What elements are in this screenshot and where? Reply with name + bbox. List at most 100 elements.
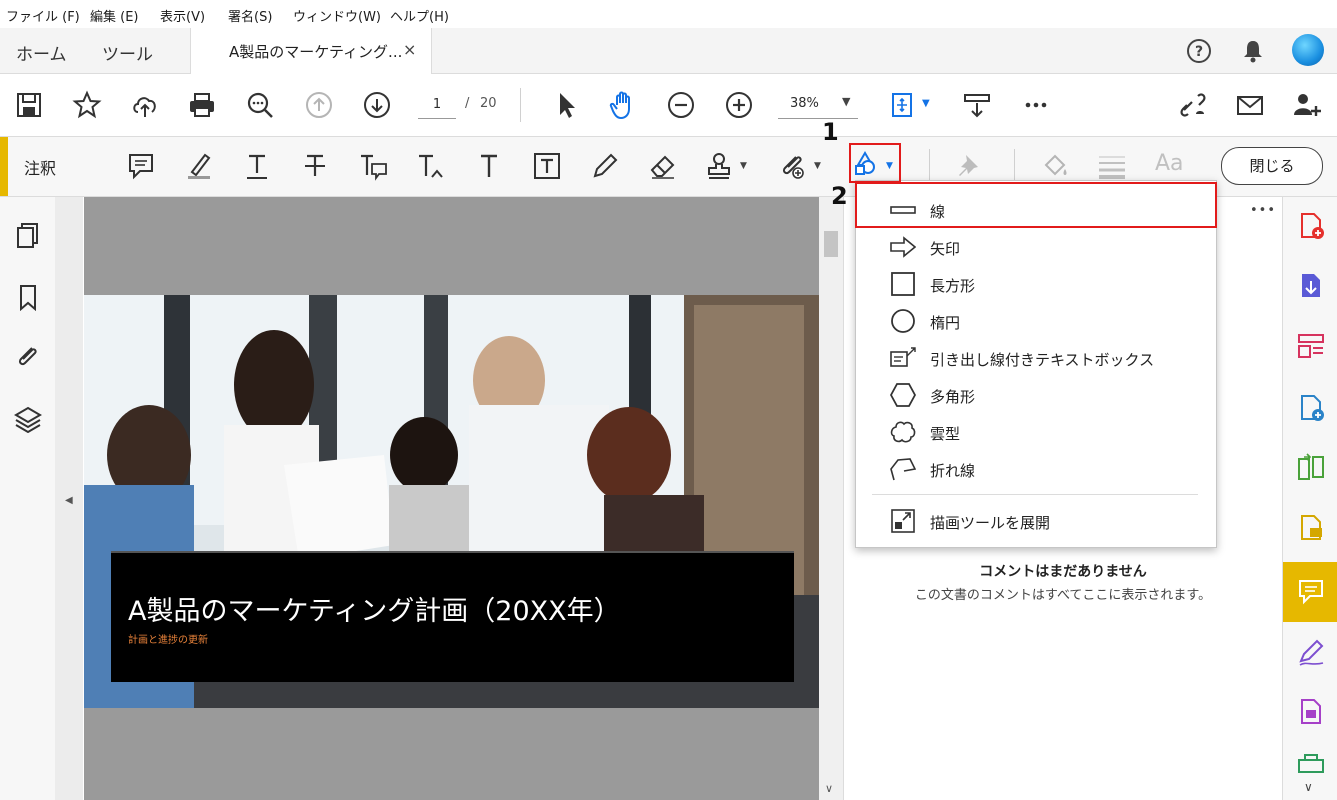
annotation-highlight-line-item: [855, 182, 1217, 228]
dropdown-item-cloud[interactable]: 雲型: [856, 414, 1216, 450]
fill-and-sign-icon[interactable]: [1296, 637, 1326, 667]
more-options-icon[interactable]: [1021, 90, 1051, 120]
bookmark-icon[interactable]: [14, 283, 42, 312]
slide-caption-box: A製品のマーケティング計画（20XX年） 計画と進捗の更新: [111, 551, 794, 682]
dropdown-label-callout-textbox: 引き出し線付きテキストボックス: [930, 351, 1155, 369]
zoom-select[interactable]: 38% ▼: [778, 92, 858, 119]
fit-dropdown-chevron-icon[interactable]: ▼: [922, 98, 930, 109]
comment-divider: [1014, 149, 1015, 183]
dropdown-label-expand: 描画ツールを展開: [930, 514, 1051, 532]
tab-tools[interactable]: ツール: [102, 40, 153, 65]
help-icon[interactable]: ?: [1186, 38, 1212, 64]
caption-top-rule: [111, 551, 794, 553]
left-panel-collapse-strip[interactable]: ◀: [55, 197, 83, 800]
user-avatar[interactable]: [1292, 34, 1324, 66]
attach-file-icon[interactable]: [778, 151, 808, 181]
sticky-note-icon[interactable]: [126, 151, 156, 181]
annotation-step-2: 2: [831, 182, 848, 210]
rail-scroll-down-icon[interactable]: ∨: [1304, 780, 1313, 794]
export-pdf-icon[interactable]: [1296, 271, 1326, 301]
attach-chevron-icon[interactable]: ▼: [814, 161, 821, 171]
document-scrollbar[interactable]: ∨: [819, 197, 843, 800]
print-icon[interactable]: [187, 90, 217, 120]
eraser-icon[interactable]: [648, 151, 678, 181]
insert-text-icon[interactable]: [416, 151, 446, 181]
underline-text-icon[interactable]: [242, 151, 272, 181]
email-icon[interactable]: [1235, 90, 1265, 120]
scrollbar-thumb[interactable]: [824, 231, 838, 257]
rectangle-shape-icon: [890, 272, 916, 296]
layers-icon[interactable]: [14, 405, 42, 434]
close-comment-button[interactable]: 閉じる: [1221, 147, 1323, 185]
replace-text-icon[interactable]: [358, 151, 388, 181]
find-zoom-icon[interactable]: [245, 90, 275, 120]
comment-icon: [1299, 580, 1323, 605]
scroll-mode-icon[interactable]: [962, 90, 992, 120]
next-page-icon[interactable]: [362, 90, 392, 120]
select-cursor-icon[interactable]: [552, 90, 582, 120]
tab-home[interactable]: ホーム: [16, 40, 67, 65]
add-text-icon[interactable]: [474, 151, 504, 181]
save-icon[interactable]: [14, 90, 44, 120]
page-separator: /: [465, 96, 470, 111]
zoom-in-icon[interactable]: [724, 90, 754, 120]
add-user-icon[interactable]: [1292, 90, 1322, 120]
dropdown-item-polygon[interactable]: 多角形: [856, 377, 1216, 413]
fit-page-icon[interactable]: [888, 90, 918, 120]
annotation-highlight-drawing-tools: [849, 143, 901, 183]
tab-document[interactable]: A製品のマーケティング... ×: [190, 28, 432, 74]
comments-more-icon[interactable]: •••: [1250, 203, 1276, 218]
organize-pages-icon[interactable]: [1296, 331, 1326, 361]
highlight-pen-icon[interactable]: [184, 151, 214, 181]
menu-view[interactable]: 表示(V): [160, 6, 205, 25]
dropdown-item-rectangle[interactable]: 長方形: [856, 266, 1216, 302]
dropdown-item-callout-textbox[interactable]: 引き出し線付きテキストボックス: [856, 340, 1216, 376]
no-comments-title: コメントはまだありません: [979, 564, 1147, 580]
no-comments-description: この文書のコメントはすべてここに表示されます。: [914, 588, 1212, 603]
collapse-left-icon[interactable]: ◀: [65, 495, 73, 506]
dropdown-label-cloud: 雲型: [930, 425, 961, 443]
cloud-upload-icon[interactable]: [130, 90, 160, 120]
dropdown-label-rectangle: 長方形: [930, 277, 976, 295]
stamp-chevron-icon[interactable]: ▼: [740, 161, 747, 171]
edit-pdf-icon[interactable]: [1296, 393, 1326, 423]
create-pdf-icon[interactable]: [1296, 211, 1326, 241]
slide-title: A製品のマーケティング計画（20XX年）: [128, 596, 621, 627]
menu-sign[interactable]: 署名(S): [228, 6, 272, 25]
send-for-comments-icon[interactable]: [1296, 513, 1326, 543]
zoom-value: 38%: [790, 96, 819, 111]
oval-shape-icon: [890, 309, 916, 333]
dropdown-item-polyline[interactable]: 折れ線: [856, 451, 1216, 487]
page-thumbnails-icon[interactable]: [14, 221, 42, 249]
dropdown-item-oval[interactable]: 楕円: [856, 303, 1216, 339]
pencil-icon[interactable]: [590, 151, 620, 181]
dropdown-item-expand-drawing-tools[interactable]: 描画ツールを展開: [856, 503, 1216, 539]
polyline-shape-icon: [890, 457, 917, 481]
toolbar-divider: [520, 88, 521, 122]
comment-toolbar-accent: [0, 137, 8, 196]
menu-window[interactable]: ウィンドウ(W): [293, 6, 381, 25]
text-box-icon[interactable]: [532, 151, 562, 181]
zoom-out-icon[interactable]: [666, 90, 696, 120]
print-production-icon[interactable]: [1296, 752, 1326, 774]
menu-edit[interactable]: 編集 (E): [90, 6, 139, 25]
dropdown-item-arrow[interactable]: 矢印: [856, 229, 1216, 265]
bookmark-star-icon[interactable]: [72, 90, 102, 120]
notification-bell-icon[interactable]: [1240, 38, 1266, 64]
comment-tool-active[interactable]: [1283, 562, 1337, 622]
attachments-icon[interactable]: [14, 343, 42, 371]
stamp-icon[interactable]: [704, 151, 734, 181]
share-link-icon[interactable]: [1178, 90, 1208, 120]
page-number-input[interactable]: 1: [418, 92, 456, 119]
scroll-down-icon[interactable]: ∨: [825, 782, 833, 795]
left-navigation-rail: [0, 197, 56, 800]
previous-page-icon[interactable]: [304, 90, 334, 120]
menu-file[interactable]: ファイル (F): [6, 6, 80, 25]
strikethrough-text-icon[interactable]: [300, 151, 330, 181]
protect-pdf-icon[interactable]: [1296, 697, 1326, 727]
hand-tool-icon[interactable]: [608, 90, 638, 120]
dropdown-label-polygon: 多角形: [930, 388, 976, 406]
compare-files-icon[interactable]: [1296, 453, 1326, 483]
tab-close-icon[interactable]: ×: [403, 40, 416, 59]
menu-help[interactable]: ヘルプ(H): [390, 6, 449, 25]
